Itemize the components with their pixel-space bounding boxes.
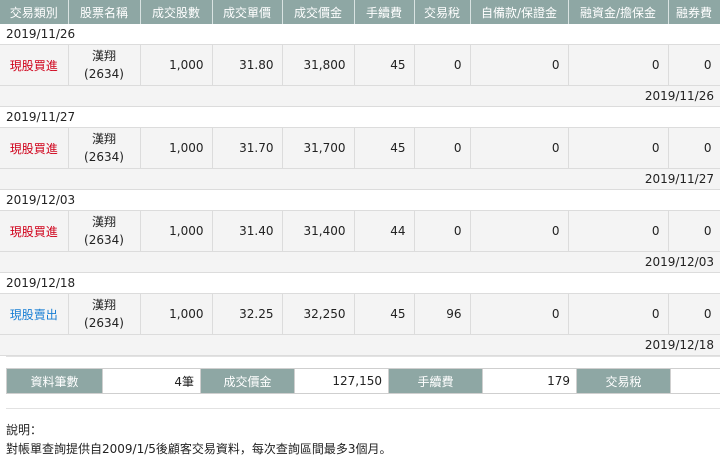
short-fee-cell: 0 bbox=[668, 127, 720, 169]
amount-cell: 32,250 bbox=[282, 293, 355, 335]
fee-cell: 45 bbox=[354, 293, 415, 335]
settlement-date: 2019/11/27 bbox=[0, 168, 720, 190]
tax-cell: 96 bbox=[414, 293, 471, 335]
summary-count-value: 4筆 bbox=[102, 368, 201, 394]
price-cell: 32.25 bbox=[212, 293, 283, 335]
table-row: 現股賣出 漢翔 (2634) 1,000 32.25 32,250 45 96 0… bbox=[0, 293, 720, 335]
settlement-row: 2019/12/18 bbox=[0, 334, 720, 356]
stock-name: 漢翔 (2634) bbox=[68, 293, 141, 335]
deposit-cell: 0 bbox=[470, 127, 569, 169]
tax-cell: 0 bbox=[414, 210, 471, 252]
note-text: 對帳單查詢提供自2009/1/5後顧客交易資料，每次查詢區間最多3個月。 bbox=[6, 442, 392, 456]
stock-code: (2634) bbox=[84, 233, 124, 247]
settlement-row: 2019/12/03 bbox=[0, 251, 720, 273]
fee-cell: 45 bbox=[354, 127, 415, 169]
amount-cell: 31,400 bbox=[282, 210, 355, 252]
table-row: 現股買進 漢翔 (2634) 1,000 31.80 31,800 45 0 0 … bbox=[0, 44, 720, 86]
shares-cell: 1,000 bbox=[140, 44, 213, 86]
margin-cell: 0 bbox=[568, 127, 669, 169]
summary-row: 資料筆數 4筆 成交價金 127,150 手續費 179 交易稅 bbox=[6, 368, 720, 394]
trade-type: 現股買進 bbox=[0, 44, 69, 86]
margin-cell: 0 bbox=[568, 293, 669, 335]
trade-date: 2019/12/18 bbox=[0, 272, 720, 294]
amount-cell: 31,800 bbox=[282, 44, 355, 86]
table-header-row: 交易類別 股票名稱 成交股數 成交單價 成交價金 手續費 交易稅 自備款/保證金… bbox=[0, 0, 720, 24]
trade-date-row: 2019/12/18 bbox=[0, 272, 720, 294]
col-header: 自備款/保證金 bbox=[470, 0, 569, 24]
summary-amount-label: 成交價金 bbox=[200, 368, 295, 394]
trade-date: 2019/11/26 bbox=[0, 24, 720, 45]
divider bbox=[6, 408, 720, 409]
amount-cell: 31,700 bbox=[282, 127, 355, 169]
settlement-date: 2019/12/03 bbox=[0, 251, 720, 273]
divider bbox=[6, 356, 720, 357]
stock-code: (2634) bbox=[84, 67, 124, 81]
col-header: 融券費 bbox=[668, 0, 720, 24]
stock-code: (2634) bbox=[84, 316, 124, 330]
stock-title: 漢翔 bbox=[91, 215, 116, 229]
trade-date-row: 2019/11/27 bbox=[0, 106, 720, 128]
stock-name: 漢翔 (2634) bbox=[68, 44, 141, 86]
summary-tax-value bbox=[670, 368, 720, 394]
fee-cell: 44 bbox=[354, 210, 415, 252]
short-fee-cell: 0 bbox=[668, 293, 720, 335]
trade-date-row: 2019/12/03 bbox=[0, 189, 720, 211]
col-header: 交易類別 bbox=[0, 0, 69, 24]
shares-cell: 1,000 bbox=[140, 293, 213, 335]
price-cell: 31.80 bbox=[212, 44, 283, 86]
tax-cell: 0 bbox=[414, 44, 471, 86]
shares-cell: 1,000 bbox=[140, 127, 213, 169]
short-fee-cell: 0 bbox=[668, 44, 720, 86]
summary-fee-label: 手續費 bbox=[388, 368, 483, 394]
price-cell: 31.70 bbox=[212, 127, 283, 169]
settlement-date: 2019/11/26 bbox=[0, 85, 720, 107]
col-header: 股票名稱 bbox=[68, 0, 141, 24]
settlement-date: 2019/12/18 bbox=[0, 334, 720, 356]
price-cell: 31.40 bbox=[212, 210, 283, 252]
deposit-cell: 0 bbox=[470, 293, 569, 335]
stock-title: 漢翔 bbox=[91, 132, 116, 146]
summary-tax-label: 交易稅 bbox=[576, 368, 671, 394]
table-row: 現股買進 漢翔 (2634) 1,000 31.70 31,700 45 0 0 … bbox=[0, 127, 720, 169]
trade-date: 2019/12/03 bbox=[0, 189, 720, 211]
deposit-cell: 0 bbox=[470, 44, 569, 86]
col-header: 手續費 bbox=[354, 0, 415, 24]
margin-cell: 0 bbox=[568, 44, 669, 86]
stock-title: 漢翔 bbox=[91, 49, 116, 63]
settlement-row: 2019/11/27 bbox=[0, 168, 720, 190]
col-header: 成交價金 bbox=[282, 0, 355, 24]
tax-cell: 0 bbox=[414, 127, 471, 169]
summary-fee-value: 179 bbox=[482, 368, 577, 394]
margin-cell: 0 bbox=[568, 210, 669, 252]
transactions-table: 交易類別 股票名稱 成交股數 成交單價 成交價金 手續費 交易稅 自備款/保證金… bbox=[0, 0, 720, 356]
table-row: 現股買進 漢翔 (2634) 1,000 31.40 31,400 44 0 0 … bbox=[0, 210, 720, 252]
note-section: 說明： 對帳單查詢提供自2009/1/5後顧客交易資料，每次查詢區間最多3個月。 bbox=[6, 421, 392, 459]
trade-type: 現股買進 bbox=[0, 127, 69, 169]
trade-date-row: 2019/11/26 bbox=[0, 24, 720, 45]
col-header: 成交股數 bbox=[140, 0, 213, 24]
summary-amount-value: 127,150 bbox=[294, 368, 389, 394]
shares-cell: 1,000 bbox=[140, 210, 213, 252]
summary-table: 資料筆數 4筆 成交價金 127,150 手續費 179 交易稅 bbox=[6, 368, 720, 394]
deposit-cell: 0 bbox=[470, 210, 569, 252]
short-fee-cell: 0 bbox=[668, 210, 720, 252]
settlement-row: 2019/11/26 bbox=[0, 85, 720, 107]
col-header: 成交單價 bbox=[212, 0, 283, 24]
trade-date: 2019/11/27 bbox=[0, 106, 720, 128]
summary-count-label: 資料筆數 bbox=[6, 368, 103, 394]
trade-type: 現股賣出 bbox=[0, 293, 69, 335]
col-header: 融資金/擔保金 bbox=[568, 0, 669, 24]
note-title: 說明： bbox=[6, 423, 43, 437]
stock-name: 漢翔 (2634) bbox=[68, 127, 141, 169]
stock-title: 漢翔 bbox=[91, 298, 116, 312]
stock-name: 漢翔 (2634) bbox=[68, 210, 141, 252]
fee-cell: 45 bbox=[354, 44, 415, 86]
trade-type: 現股買進 bbox=[0, 210, 69, 252]
col-header: 交易稅 bbox=[414, 0, 471, 24]
stock-code: (2634) bbox=[84, 150, 124, 164]
